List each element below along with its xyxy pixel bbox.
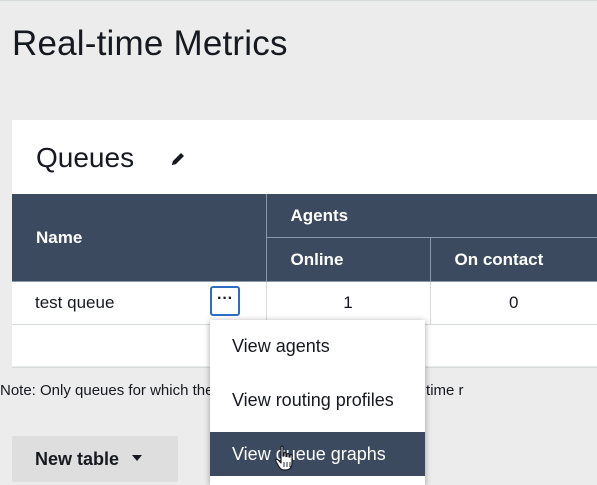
- queue-actions-menu: View agents View routing profiles View q…: [210, 320, 425, 485]
- queue-name[interactable]: test queue: [35, 293, 114, 312]
- caret-down-icon: [132, 455, 143, 462]
- panel-title: Queues: [36, 142, 135, 173]
- column-header-on-contact[interactable]: On contact: [430, 237, 597, 282]
- page-top-border: [0, 0, 597, 1]
- new-table-label: New table: [35, 449, 120, 469]
- new-table-button[interactable]: New table: [12, 436, 178, 482]
- queue-name-cell: test queue ···: [12, 281, 267, 325]
- table-row: test queue ··· 1 0: [12, 281, 597, 325]
- column-header-online[interactable]: Online: [266, 237, 431, 282]
- on-contact-cell: 0: [430, 281, 597, 325]
- online-cell: 1: [266, 281, 431, 325]
- hand-cursor-icon: [275, 445, 293, 471]
- page-title: Real-time Metrics: [12, 24, 288, 63]
- pencil-icon[interactable]: [168, 149, 188, 169]
- menu-item-view-agents[interactable]: View agents: [210, 324, 425, 368]
- more-actions-button[interactable]: ···: [210, 286, 240, 316]
- column-group-agents: Agents: [266, 194, 597, 238]
- menu-item-view-routing-profiles[interactable]: View routing profiles: [210, 378, 425, 422]
- column-header-name[interactable]: Name: [12, 194, 267, 282]
- menu-item-view-queue-graphs[interactable]: View queue graphs: [210, 432, 425, 476]
